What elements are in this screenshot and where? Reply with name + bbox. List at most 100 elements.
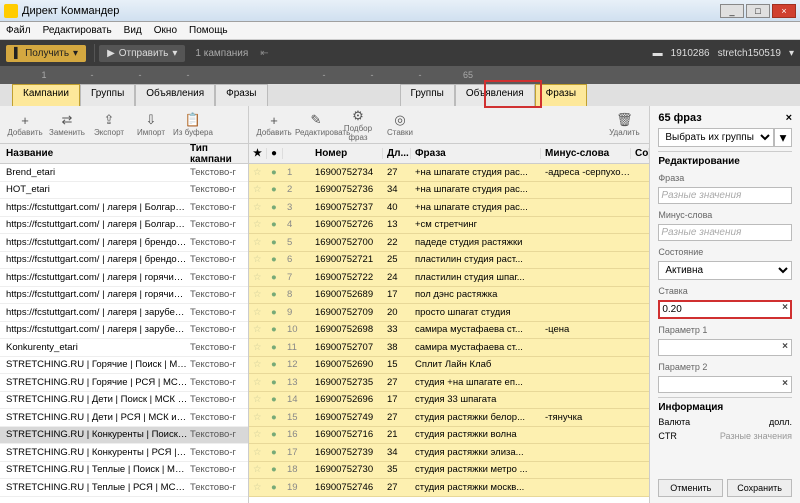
tbtn-Подбор фраз[interactable]: ⚙Подбор фраз xyxy=(337,108,379,142)
campaign-row[interactable]: https://fcstuttgart.com/ | лагеря | Болг… xyxy=(0,199,248,217)
phrase-row[interactable]: ☆●51690075270022падеде студия растяжки xyxy=(249,234,649,252)
campaign-row[interactable]: STRETCHING.RU | Дети | РСЯ | МСК и облТе… xyxy=(0,409,248,427)
user-dropdown-icon[interactable]: ▾ xyxy=(789,48,794,59)
collapse-icon[interactable]: ⇤ xyxy=(260,48,268,59)
campaign-row[interactable]: https://fcstuttgart.com/ | лагеря | Болг… xyxy=(0,217,248,235)
phrase-row[interactable]: ☆●141690075269617студия 33 шпагата xyxy=(249,392,649,410)
select-groups-dropdown[interactable]: ▾ xyxy=(774,128,792,147)
phrase-row[interactable]: ☆●161690075271621студия растяжки волна xyxy=(249,427,649,445)
campaign-row[interactable]: https://fcstuttgart.com/ | лагеря | брен… xyxy=(0,252,248,270)
minus-input[interactable] xyxy=(658,224,792,241)
save-button[interactable]: Сохранить xyxy=(727,479,792,497)
col-name[interactable]: Название xyxy=(0,148,188,159)
send-button[interactable]: ▶ Отправить ▾ xyxy=(99,45,185,62)
phrase-row[interactable]: ☆●21690075273634+на шпагате студия рас..… xyxy=(249,182,649,200)
tab-Фразы[interactable]: Фразы xyxy=(535,84,587,106)
cancel-button[interactable]: Отменить xyxy=(658,479,723,497)
delete-button[interactable]: 🗑Удалить xyxy=(603,112,645,137)
tbtn-Экспорт[interactable]: ⇪Экспорт xyxy=(88,112,130,137)
phrase-row[interactable]: ☆●181690075273035студия растяжки метро .… xyxy=(249,462,649,480)
left-table-body: Brend_etariТекстово-гHOT_etariТекстово-г… xyxy=(0,164,248,503)
phrase-row[interactable]: ☆●31690075273740+на шпагате студия рас..… xyxy=(249,199,649,217)
count-seg: - xyxy=(116,70,164,80)
campaign-row[interactable]: https://fcstuttgart.com/ | лагеря | зару… xyxy=(0,322,248,340)
campaign-row[interactable]: https://fcstuttgart.com/ | лагеря | зару… xyxy=(0,304,248,322)
phrase-row[interactable]: ☆●121690075269015Сплит Лайн Клаб xyxy=(249,357,649,375)
tbtn-Импорт[interactable]: ⇩Импорт xyxy=(130,112,172,137)
label-currency: Валюта xyxy=(658,417,690,427)
campaign-row[interactable]: https://fcstuttgart.com/ | лагеря | горя… xyxy=(0,287,248,305)
tab-Кампании[interactable]: Кампании xyxy=(12,84,80,106)
campaign-row[interactable]: STRETCHING.RU | Конкуренты | РСЯ | М...Т… xyxy=(0,444,248,462)
tbtn-Ставки[interactable]: ◎Ставки xyxy=(379,112,421,137)
menu-Редактировать[interactable]: Редактировать xyxy=(43,25,112,36)
close-panel-icon[interactable]: × xyxy=(786,112,792,124)
campaign-row[interactable]: STRETCHING.RU | Конкуренты | Поиск | М..… xyxy=(0,427,248,445)
tab-Группы[interactable]: Группы xyxy=(400,84,455,106)
maximize-button[interactable]: □ xyxy=(746,4,770,18)
phrase-row[interactable]: ☆●171690075273934студия растяжки элиза..… xyxy=(249,444,649,462)
label-param2: Параметр 2 xyxy=(658,362,792,372)
col-head[interactable]: ★ xyxy=(249,148,267,159)
phrase-row[interactable]: ☆●71690075272224пластилин студия шпаг... xyxy=(249,269,649,287)
close-button[interactable]: × xyxy=(772,4,796,18)
tab-Объявления[interactable]: Объявления xyxy=(455,84,535,106)
user-name[interactable]: stretch150519 xyxy=(718,48,781,59)
get-button[interactable]: ▌ Получить ▾ xyxy=(6,45,86,62)
select-groups[interactable]: Выбрать их группы xyxy=(658,128,774,147)
col-type[interactable]: Тип кампани xyxy=(188,143,248,165)
param1-input[interactable] xyxy=(658,339,792,356)
phrase-row[interactable]: ☆●11690075273427+на шпагате студия рас..… xyxy=(249,164,649,182)
tab-Группы[interactable]: Группы xyxy=(80,84,135,106)
count-seg: - xyxy=(396,70,444,80)
menu-Вид[interactable]: Вид xyxy=(124,25,142,36)
campaign-row[interactable]: HOT_etariТекстово-г xyxy=(0,182,248,200)
right-panel: 65 фраз× Выбрать их группы ▾ Редактирова… xyxy=(650,106,800,503)
phrase-row[interactable]: ☆●111690075270738самира мустафаева ст... xyxy=(249,339,649,357)
col-head[interactable]: ● xyxy=(267,148,283,159)
phrase-row[interactable]: ☆●81690075268917пол дэнс растяжка xyxy=(249,287,649,305)
col-head[interactable]: Минус-слова xyxy=(541,148,631,159)
clear-p1-icon[interactable]: × xyxy=(782,341,788,352)
menu-Файл[interactable]: Файл xyxy=(6,25,31,36)
phrase-row[interactable]: ☆●151690075274927студия растяжки белор..… xyxy=(249,409,649,427)
section-edit: Редактирование xyxy=(658,151,792,167)
tbtn-Заменить[interactable]: ⇄Заменить xyxy=(46,112,88,137)
center-table-head: ★● НомерДл...ФразаМинус-словаCo xyxy=(249,144,649,164)
tab-Фразы[interactable]: Фразы xyxy=(215,84,267,106)
tbtn-Добавить[interactable]: +Добавить xyxy=(253,113,295,137)
tbtn-Из буфера[interactable]: 📋Из буфера xyxy=(172,112,214,137)
col-head[interactable]: Co xyxy=(631,148,649,159)
col-head[interactable]: Дл... xyxy=(383,148,411,159)
param2-input[interactable] xyxy=(658,376,792,393)
campaign-row[interactable]: https://fcstuttgart.com/ | лагеря | горя… xyxy=(0,269,248,287)
campaign-row[interactable]: STRETCHING.RU | Теплые | Поиск | МСК и .… xyxy=(0,462,248,480)
tbtn-Редактировать[interactable]: ✎Редактировать xyxy=(295,112,337,137)
col-head[interactable]: Номер xyxy=(311,148,383,159)
campaign-row[interactable]: Konkurenty_etariТекстово-г xyxy=(0,339,248,357)
rate-input[interactable] xyxy=(658,300,792,319)
menu-Помощь[interactable]: Помощь xyxy=(189,25,228,36)
phrase-row[interactable]: ☆●41690075272613+см стретчинг xyxy=(249,217,649,235)
tbtn-Добавить[interactable]: +Добавить xyxy=(4,113,46,137)
campaign-row[interactable]: STRETCHING.RU | Горячие | РСЯ | МСК и о.… xyxy=(0,374,248,392)
campaign-row[interactable]: Brend_etariТекстово-г xyxy=(0,164,248,182)
phrase-row[interactable]: ☆●91690075270920просто шпагат студия xyxy=(249,304,649,322)
tab-Объявления[interactable]: Объявления xyxy=(135,84,215,106)
col-head[interactable]: Фраза xyxy=(411,148,541,159)
state-select[interactable]: Активна xyxy=(658,261,792,280)
campaign-row[interactable]: https://fcstuttgart.com/ | лагеря | брен… xyxy=(0,234,248,252)
clear-p2-icon[interactable]: × xyxy=(782,378,788,389)
minimize-button[interactable]: _ xyxy=(720,4,744,18)
campaign-count: 1 кампания xyxy=(195,48,248,59)
phrase-row[interactable]: ☆●191690075274627студия растяжки москв..… xyxy=(249,479,649,497)
campaign-row[interactable]: STRETCHING.RU | Дети | Поиск | МСК и обл… xyxy=(0,392,248,410)
clear-rate-icon[interactable]: × xyxy=(782,302,788,313)
phrase-row[interactable]: ☆●61690075272125пластилин студия раст... xyxy=(249,252,649,270)
campaign-row[interactable]: STRETCHING.RU | Теплые | РСЯ | МСК и о..… xyxy=(0,479,248,497)
menu-Окно[interactable]: Окно xyxy=(154,25,177,36)
phrase-row[interactable]: ☆●131690075273527студия +на шпагате еп..… xyxy=(249,374,649,392)
campaign-row[interactable]: STRETCHING.RU | Горячие | Поиск | МСК и … xyxy=(0,357,248,375)
phrase-row[interactable]: ☆●101690075269833самира мустафаева ст...… xyxy=(249,322,649,340)
phrase-input[interactable] xyxy=(658,187,792,204)
